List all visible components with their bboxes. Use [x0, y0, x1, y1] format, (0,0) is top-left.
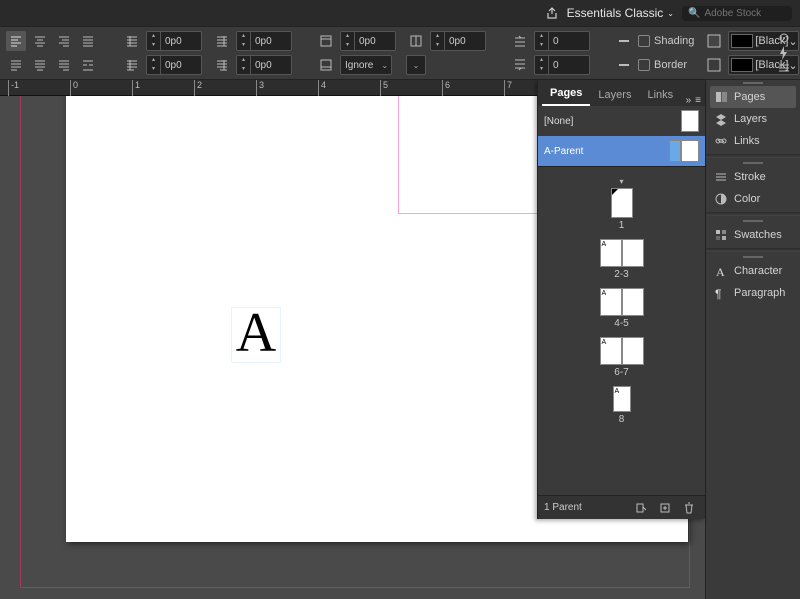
inset-right-field[interactable]: ▴▾	[236, 31, 292, 51]
master-a-thumb-left	[669, 140, 681, 162]
panel-collapse-icon[interactable]: »	[686, 95, 692, 106]
master-a-parent[interactable]: A-Parent	[538, 136, 705, 166]
shading-rule-icon[interactable]	[614, 31, 634, 51]
justify-center-icon[interactable]	[30, 55, 50, 75]
pages-panel: Pages Layers Links » ≡ [None] A-Parent ▾…	[537, 80, 705, 519]
border-picker-icon[interactable]	[704, 55, 724, 75]
inset-right2-icon	[212, 55, 232, 75]
space-after-field[interactable]: ▴▾	[534, 55, 590, 75]
inset-left-field[interactable]: ▴▾	[146, 31, 202, 51]
inset-group: ▴▾ ▴▾	[122, 31, 202, 75]
shading-label: Shading	[654, 35, 694, 47]
chevron-down-icon: ⌄	[667, 9, 674, 18]
control-bar: ▴▾ ▴▾ ▴▾ ▴▾ ▴▾ Ignore⌄ ▴▾	[0, 26, 800, 80]
dock-item-layers[interactable]: Layers	[706, 108, 800, 130]
paragraph-icon: ¶	[714, 286, 728, 300]
col-top-icon	[316, 31, 336, 51]
dock-item-swatches[interactable]: Swatches	[706, 224, 800, 246]
pages-icon	[714, 90, 728, 104]
links-icon	[714, 134, 728, 148]
page-thumb[interactable]: A4-5	[600, 288, 644, 329]
space-after-icon	[510, 55, 530, 75]
shading-group: Shading Border	[614, 31, 694, 75]
dock-item-links[interactable]: Links	[706, 130, 800, 152]
workspace-dropdown[interactable]: Essentials Classic ⌄	[567, 6, 674, 20]
edit-page-icon[interactable]	[631, 498, 651, 518]
new-page-icon[interactable]	[655, 498, 675, 518]
wrap-chev-icon[interactable]: ⌄	[406, 55, 426, 75]
inset-left-icon	[122, 31, 142, 51]
svg-text:¶: ¶	[715, 287, 721, 300]
panel-menu-icon[interactable]: ≡	[695, 95, 701, 106]
quick-apply-icon[interactable]	[774, 46, 794, 61]
dock-item-color[interactable]: Color	[706, 188, 800, 210]
panel-menu-icon[interactable]	[774, 60, 794, 75]
pages-list[interactable]: ▾1A2-3A4-5A6-7A8	[538, 167, 705, 495]
settings-icon[interactable]	[774, 31, 794, 46]
svg-text:A: A	[716, 265, 725, 278]
wrap-icon	[316, 55, 336, 75]
app-bar: Essentials Classic ⌄ 🔍	[0, 0, 800, 26]
inset-right2-field[interactable]: ▴▾	[236, 55, 292, 75]
search-input[interactable]	[704, 8, 786, 19]
inset-bottom-field[interactable]: ▴▾	[146, 55, 202, 75]
spacing-group: ▴▾ ▴▾	[510, 31, 590, 75]
justify-right-icon[interactable]	[54, 55, 74, 75]
col-top-field[interactable]: ▴▾	[340, 31, 396, 51]
align-away-icon[interactable]	[78, 55, 98, 75]
tab-layers[interactable]: Layers	[590, 84, 639, 106]
space-before-field[interactable]: ▴▾	[534, 31, 590, 51]
shading-picker-icon[interactable]	[704, 31, 724, 51]
share-icon[interactable]	[545, 6, 559, 20]
inset-right-icon	[212, 31, 232, 51]
search-icon: 🔍	[688, 8, 700, 19]
master-a-thumb-right	[681, 140, 699, 162]
wrap-select[interactable]: Ignore⌄	[340, 55, 392, 75]
dock-item-paragraph[interactable]: ¶Paragraph	[706, 282, 800, 304]
align-group	[6, 31, 98, 75]
delete-page-icon[interactable]	[679, 498, 699, 518]
dock-item-character[interactable]: ACharacter	[706, 260, 800, 282]
character-icon: A	[714, 264, 728, 278]
justify-left-icon[interactable]	[6, 55, 26, 75]
col-bot-icon	[406, 31, 426, 51]
col-bot-field[interactable]: ▴▾	[430, 31, 486, 51]
page-thumb[interactable]: A2-3	[600, 239, 644, 280]
stroke-icon	[714, 170, 728, 184]
color-icon	[714, 192, 728, 206]
align-right-icon[interactable]	[54, 31, 74, 51]
master-none-thumb	[681, 110, 699, 132]
shading-checkbox[interactable]	[638, 35, 650, 47]
dock-item-stroke[interactable]: Stroke	[706, 166, 800, 188]
page-thumb[interactable]: A6-7	[600, 337, 644, 378]
tab-pages[interactable]: Pages	[542, 82, 590, 106]
page-thumb[interactable]: 1	[611, 188, 633, 231]
justify-full-icon[interactable]	[78, 31, 98, 51]
right-dock: PagesLayersLinks StrokeColor Swatches AChar…	[705, 80, 800, 599]
panel-tabs: Pages Layers Links » ≡	[538, 80, 705, 106]
inset-group-2: ▴▾ ▴▾	[212, 31, 292, 75]
page-thumb[interactable]: A8	[613, 386, 631, 425]
space-before-icon	[510, 31, 530, 51]
border-rule-icon[interactable]	[614, 55, 634, 75]
work-area: -1 0 1 2 3 4 5 6 7 8 A PagesLayersLinksS…	[0, 80, 800, 599]
panel-footer: 1 Parent	[538, 495, 705, 519]
tab-links[interactable]: Links	[639, 84, 681, 106]
stock-search[interactable]: 🔍	[682, 6, 792, 21]
layers-icon	[714, 112, 728, 126]
col-group: ▴▾ Ignore⌄	[316, 31, 396, 75]
align-left-icon[interactable]	[6, 31, 26, 51]
text-letter[interactable]: A	[231, 307, 281, 363]
border-checkbox[interactable]	[638, 59, 650, 71]
swatches-icon	[714, 228, 728, 242]
col-group-2: ▴▾ ⌄	[406, 31, 486, 75]
workspace-label: Essentials Classic	[567, 6, 664, 20]
border-label: Border	[654, 59, 687, 71]
inset-bottom-icon	[122, 55, 142, 75]
master-none[interactable]: [None]	[538, 106, 705, 136]
footer-count: 1 Parent	[544, 502, 582, 513]
align-center-icon[interactable]	[30, 31, 50, 51]
dock-item-pages[interactable]: Pages	[710, 86, 796, 108]
